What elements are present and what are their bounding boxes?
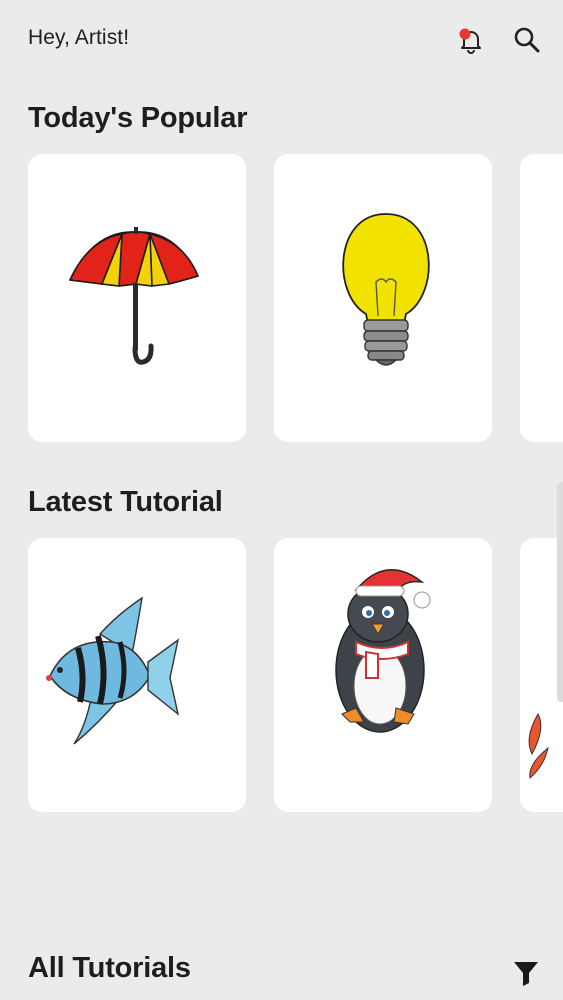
header: Hey, Artist! [28, 24, 545, 56]
penguin-drawing [335, 569, 431, 733]
greeting-text: Hey, Artist! [28, 26, 130, 49]
section-title-popular: Today's Popular [28, 102, 248, 134]
search-icon [514, 27, 540, 53]
scrollbar[interactable] [557, 482, 563, 702]
latest-carousel[interactable] [28, 538, 563, 812]
home-screen: Hey, Artist! Today's Popular Latest Tuto… [0, 0, 563, 1000]
bell-icon [459, 28, 481, 54]
angelfish-drawing [46, 596, 180, 745]
search-button[interactable] [509, 22, 545, 58]
tutorial-card-penguin[interactable] [274, 538, 492, 812]
umbrella-drawing [69, 227, 199, 365]
tutorial-card-partial[interactable] [520, 154, 563, 442]
filter-button[interactable] [509, 956, 543, 990]
popular-carousel[interactable] [28, 154, 563, 442]
section-title-all: All Tutorials [28, 952, 191, 984]
tutorial-card-umbrella[interactable] [28, 154, 246, 442]
notification-button[interactable] [453, 22, 489, 58]
tutorial-card-angelfish[interactable] [28, 538, 246, 812]
light-bulb-drawing [342, 213, 430, 366]
tutorial-card-light-bulb[interactable] [274, 154, 492, 442]
filter-icon [514, 962, 538, 986]
section-title-latest: Latest Tutorial [28, 486, 223, 518]
